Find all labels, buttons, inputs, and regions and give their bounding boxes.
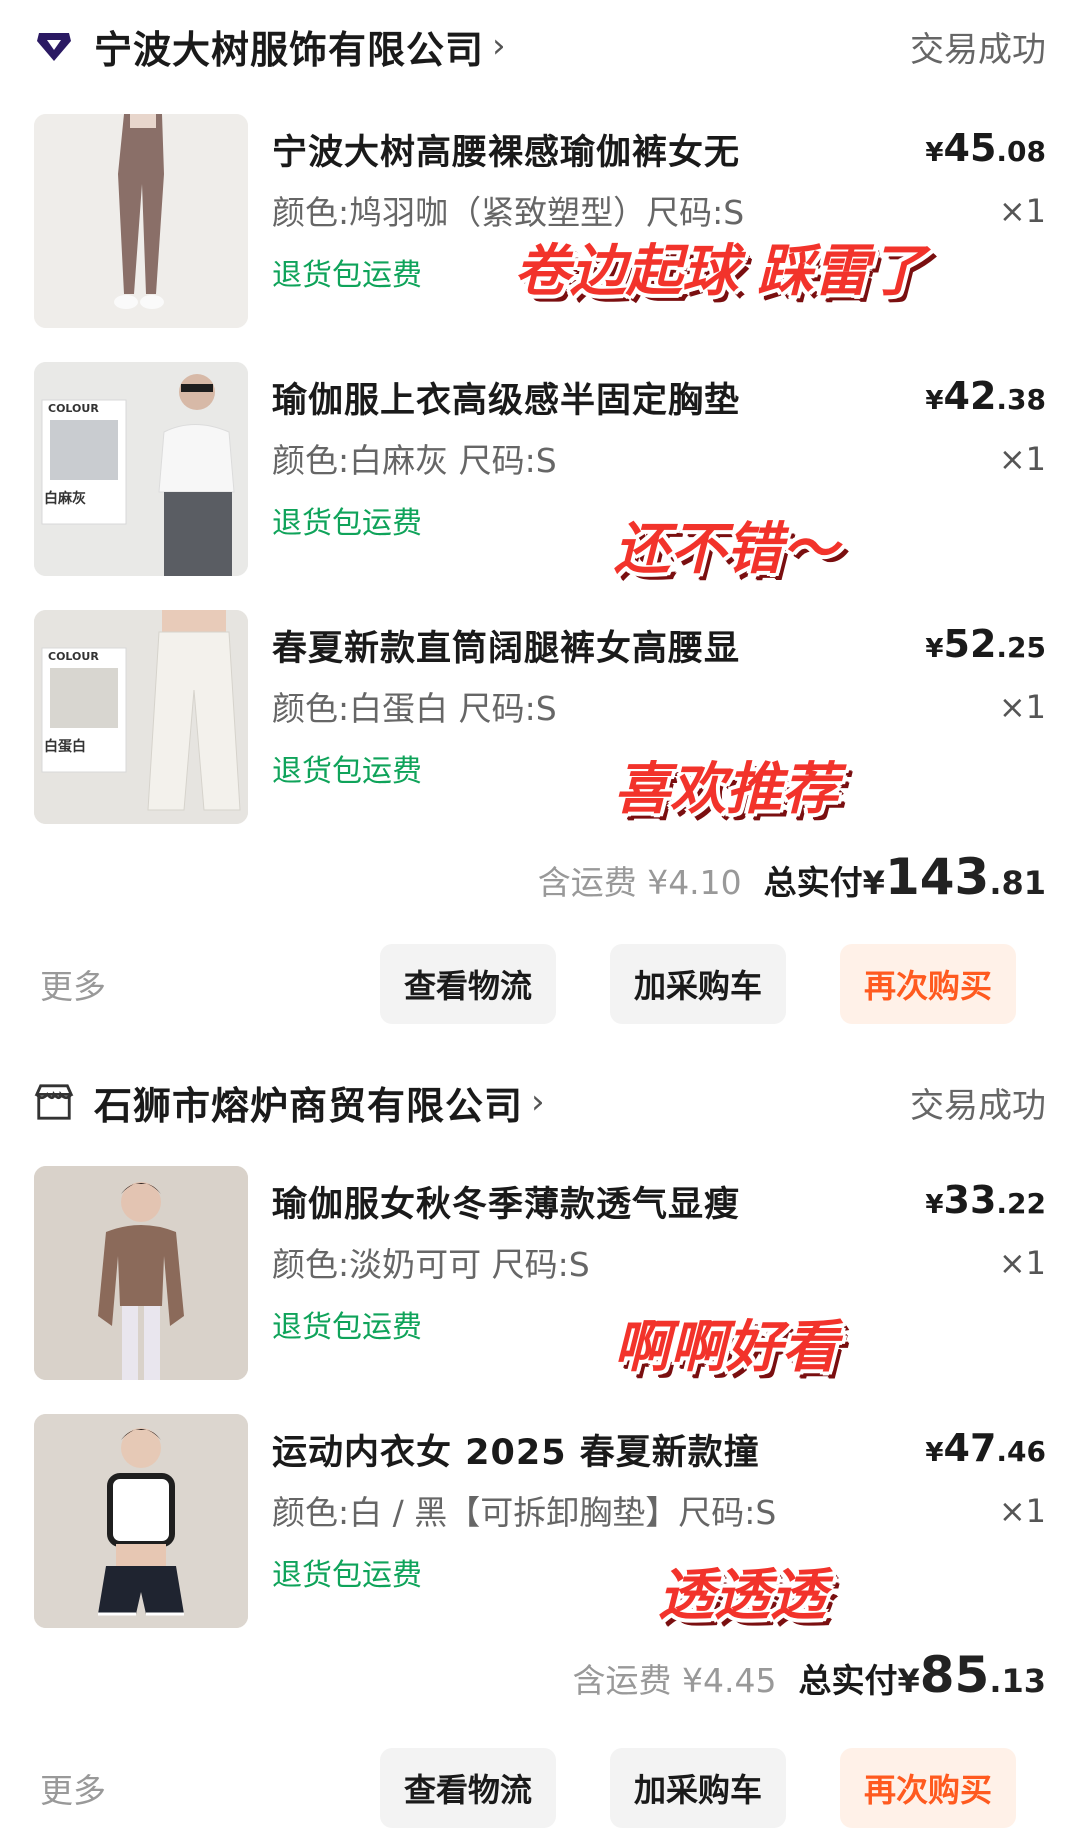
- chevron-right-icon[interactable]: ›: [531, 1082, 545, 1122]
- return-shipping-label: 退货包运费: [272, 506, 422, 541]
- return-shipping-label: 退货包运费: [272, 754, 422, 789]
- product-price: ¥42.38: [925, 374, 1046, 418]
- return-shipping-label: 退货包运费: [272, 1558, 422, 1593]
- order-total: 含运费 ¥4.10 总实付 ¥143.81: [537, 848, 1046, 906]
- order-status: 交易成功: [910, 29, 1046, 70]
- product-spec: 颜色:白蛋白 尺码:S: [272, 689, 557, 728]
- review-sticker: 啊啊好看: [614, 1315, 838, 1380]
- product-thumbnail[interactable]: [34, 114, 248, 328]
- brand-diamond-icon: [34, 26, 74, 66]
- shipping-fee: 含运费 ¥4.45: [572, 1661, 777, 1700]
- order-status: 交易成功: [910, 1085, 1046, 1126]
- review-sticker: 喜欢推荐: [614, 757, 838, 822]
- more-button[interactable]: 更多: [40, 1764, 106, 1812]
- return-shipping-label: 退货包运费: [272, 1310, 422, 1345]
- product-thumbnail[interactable]: [34, 1414, 248, 1628]
- more-button[interactable]: 更多: [40, 960, 106, 1008]
- product-price: ¥33.22: [925, 1178, 1046, 1222]
- thumb-brand-text: COLOUR: [48, 650, 99, 663]
- buy-again-button[interactable]: 再次购买: [840, 944, 1016, 1024]
- order-actions: 更多 查看物流 加采购车 再次购买: [34, 944, 1046, 1024]
- order-item[interactable]: 运动内衣女 2025 春夏新款撞 颜色:白 / 黑【可拆卸胸垫】尺码:S 退货包…: [34, 1414, 1046, 1628]
- order-item[interactable]: COLOUR 白蛋白 春夏新款直筒阔腿裤女高腰显 颜色:白蛋白 尺码:S 退货包…: [34, 610, 1046, 824]
- chevron-right-icon[interactable]: ›: [492, 26, 506, 66]
- product-spec: 颜色:白 / 黑【可拆卸胸垫】尺码:S: [272, 1493, 777, 1532]
- store-icon: [34, 1082, 74, 1122]
- shop-name[interactable]: 宁波大树服饰有限公司: [94, 19, 484, 74]
- product-thumbnail[interactable]: [34, 1166, 248, 1380]
- shipping-fee: 含运费 ¥4.10: [537, 863, 742, 902]
- review-sticker: 还不错～: [614, 517, 838, 582]
- add-to-cart-button[interactable]: 加采购车: [610, 944, 786, 1024]
- thumb-color-text: 白蛋白: [44, 739, 86, 755]
- product-price: ¥52.25: [925, 622, 1046, 666]
- shop-header[interactable]: 宁波大树服饰有限公司 › 交易成功: [34, 16, 1046, 76]
- product-quantity: ×1: [998, 688, 1046, 726]
- product-price: ¥45.08: [925, 126, 1046, 170]
- view-logistics-button[interactable]: 查看物流: [380, 944, 556, 1024]
- thumb-brand-text: COLOUR: [48, 402, 99, 415]
- product-title[interactable]: 运动内衣女 2025 春夏新款撞: [272, 1424, 760, 1475]
- order-total: 含运费 ¥4.45 总实付 ¥85.13: [572, 1646, 1046, 1704]
- thumb-color-text: 白麻灰: [44, 491, 86, 507]
- product-spec: 颜色:白麻灰 尺码:S: [272, 441, 557, 480]
- review-sticker: 透透透: [658, 1563, 826, 1628]
- buy-again-button[interactable]: 再次购买: [840, 1748, 1016, 1828]
- product-spec: 颜色:淡奶可可 尺码:S: [272, 1245, 590, 1284]
- product-thumbnail[interactable]: COLOUR 白麻灰: [34, 362, 248, 576]
- product-quantity: ×1: [998, 440, 1046, 478]
- product-quantity: ×1: [998, 1492, 1046, 1530]
- product-quantity: ×1: [998, 1244, 1046, 1282]
- view-logistics-button[interactable]: 查看物流: [380, 1748, 556, 1828]
- total-label: 总实付: [798, 1661, 898, 1700]
- product-title[interactable]: 瑜伽服女秋冬季薄款透气显瘦: [272, 1176, 740, 1227]
- shop-name[interactable]: 石狮市熔炉商贸有限公司: [94, 1075, 523, 1130]
- product-price: ¥47.46: [925, 1426, 1046, 1470]
- order-item[interactable]: COLOUR 白麻灰 瑜伽服上衣高级感半固定胸垫 颜色:白麻灰 尺码:S 退货包…: [34, 362, 1046, 582]
- order-actions: 更多 查看物流 加采购车 再次购买: [34, 1748, 1046, 1828]
- product-thumbnail[interactable]: COLOUR 白蛋白: [34, 610, 248, 824]
- product-title[interactable]: 宁波大树高腰裸感瑜伽裤女无: [272, 124, 740, 175]
- shop-header[interactable]: 石狮市熔炉商贸有限公司 › 交易成功: [34, 1072, 1046, 1132]
- product-title[interactable]: 瑜伽服上衣高级感半固定胸垫: [272, 372, 740, 423]
- order-item[interactable]: 瑜伽服女秋冬季薄款透气显瘦 颜色:淡奶可可 尺码:S 退货包运费 ¥33.22 …: [34, 1166, 1046, 1380]
- return-shipping-label: 退货包运费: [272, 258, 422, 293]
- review-sticker: 卷边起球 踩雷了: [514, 239, 926, 304]
- product-title[interactable]: 春夏新款直筒阔腿裤女高腰显: [272, 620, 740, 671]
- product-quantity: ×1: [998, 192, 1046, 230]
- add-to-cart-button[interactable]: 加采购车: [610, 1748, 786, 1828]
- order-item[interactable]: 宁波大树高腰裸感瑜伽裤女无 颜色:鸠羽咖（紧致塑型）尺码:S 退货包运费 ¥45…: [34, 114, 1046, 328]
- total-label: 总实付: [763, 863, 863, 902]
